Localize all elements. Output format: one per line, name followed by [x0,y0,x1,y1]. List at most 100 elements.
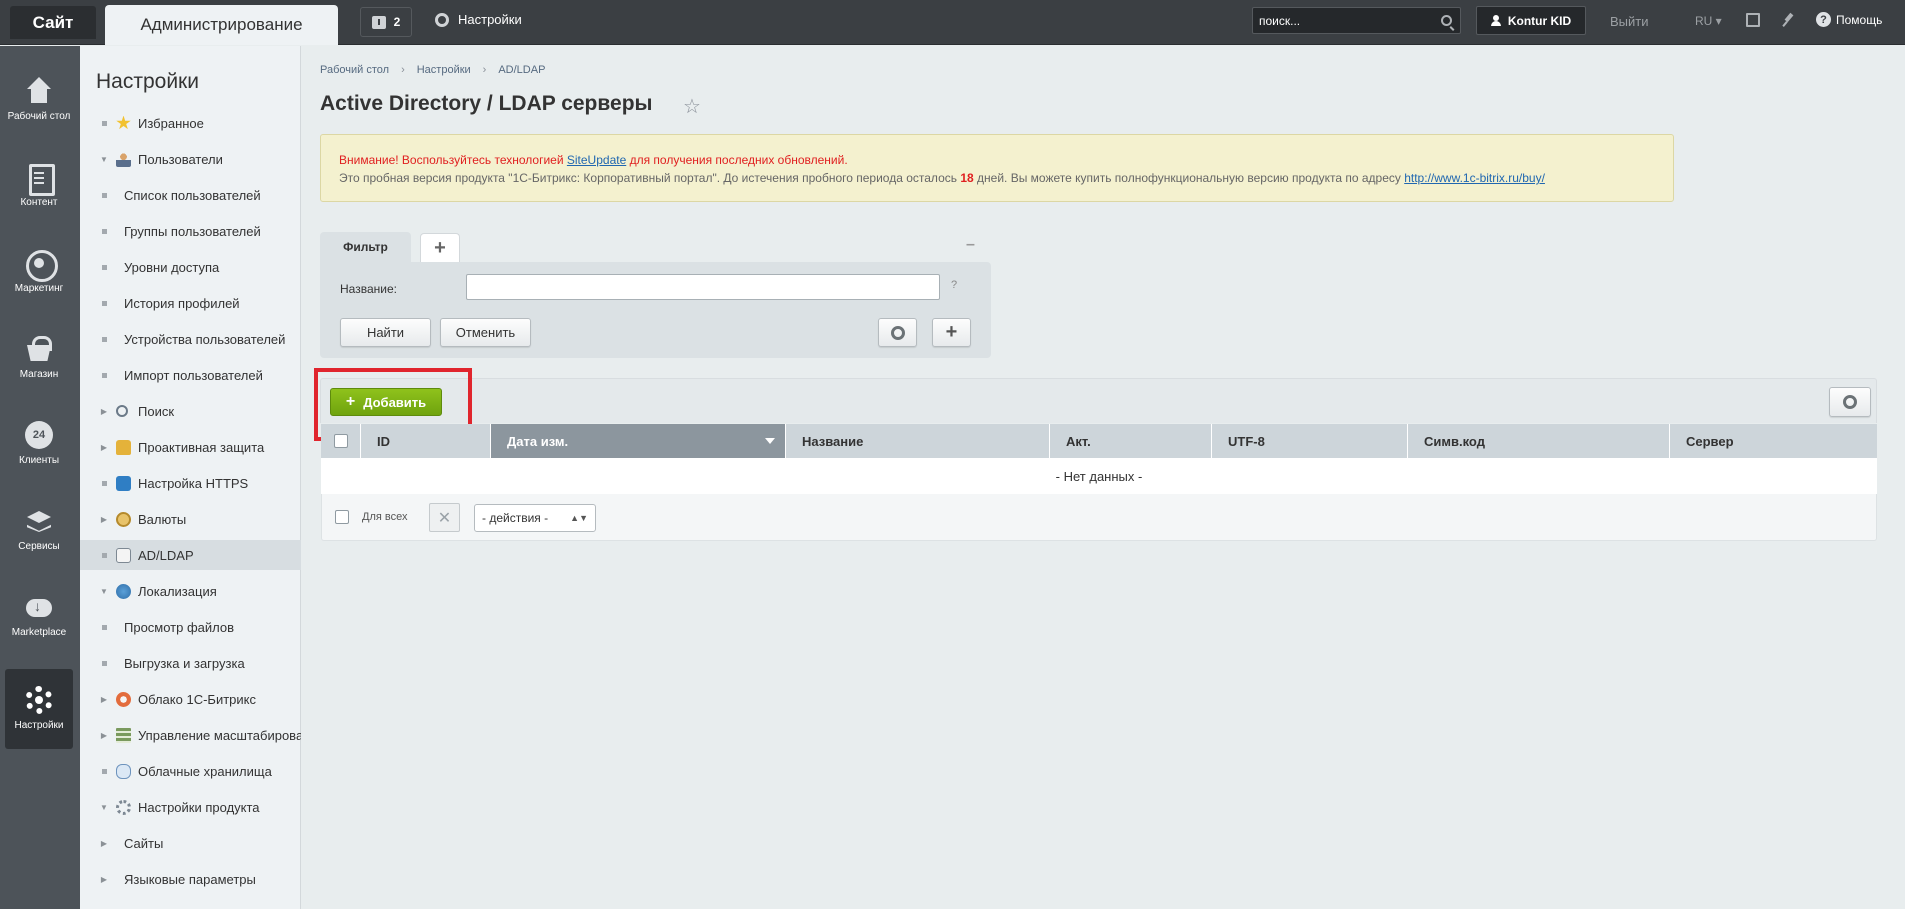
menu-desktop[interactable]: Рабочий стол [5,60,73,140]
menu-label: Контент [20,197,58,208]
search-input[interactable] [1253,8,1428,33]
menu-services[interactable]: Сервисы [5,490,73,570]
tree-item-profile-history[interactable]: История профилей [80,288,301,318]
expand-right-icon[interactable]: ▶ [98,693,110,705]
list-settings-button[interactable] [1829,387,1871,417]
tree-item-cloud-storage[interactable]: Облачные хранилища [80,756,301,786]
tree-item-export-import[interactable]: Выгрузка и загрузка [80,648,301,678]
layers-icon [25,507,53,535]
expand-right-icon[interactable]: ▶ [98,837,110,849]
tree-item-sites[interactable]: ▶ Сайты [80,828,301,858]
cloud-icon [116,691,131,707]
filter-settings-button[interactable] [878,318,917,347]
users-icon [116,151,131,167]
siteupdate-link[interactable]: SiteUpdate [567,153,626,167]
menu-clients[interactable]: 24 Клиенты [5,404,73,484]
logout-link[interactable]: Выйти [1610,14,1649,29]
page-title: Active Directory / LDAP серверы [320,92,653,115]
tree-item-users[interactable]: ▼ Пользователи [80,144,301,174]
name-filter-input[interactable] [466,274,940,300]
expand-down-icon[interactable]: ▼ [98,153,110,165]
search-icon[interactable] [1441,15,1452,26]
gear-icon [435,12,449,27]
tree-item-adldap[interactable]: AD/LDAP [80,540,301,570]
tree-item-localization[interactable]: ▼ Локализация [80,576,301,606]
tree-item-file-view[interactable]: Просмотр файлов [80,612,301,642]
pin-icon[interactable] [1782,13,1796,27]
expand-right-icon[interactable]: ▶ [98,405,110,417]
tree-item-favorites[interactable]: Избранное [80,108,301,138]
expand-down-icon[interactable]: ▼ [98,801,110,813]
tree-item-access-levels[interactable]: Уровни доступа [80,252,301,282]
expand-right-icon[interactable]: ▶ [98,873,110,885]
expand-right-icon[interactable]: ▶ [98,441,110,453]
delete-selected-button[interactable]: ✕ [429,503,460,532]
star-icon [116,115,131,130]
select-all-checkbox[interactable] [334,434,348,448]
tree-item-product-settings[interactable]: ▼ Настройки продукта [80,792,301,822]
cancel-button[interactable]: Отменить [440,318,531,347]
tree-item-https[interactable]: Настройка HTTPS [80,468,301,498]
top-settings-label: Настройки [458,12,522,27]
menu-marketing[interactable]: Маркетинг [5,232,73,312]
expand-right-icon[interactable]: ▶ [98,729,110,741]
language-selector[interactable]: RU ▾ [1695,14,1722,28]
help-hint-icon[interactable]: ? [951,279,957,291]
select-all-cell [321,424,361,458]
notification-icon [371,15,386,29]
top-settings-link[interactable]: Настройки [435,12,522,27]
directory-icon [116,547,131,563]
column-active[interactable]: Акт. [1050,424,1212,458]
help-link[interactable]: ? Помощь [1816,12,1882,27]
tree-item-currencies[interactable]: ▶ Валюты [80,504,301,534]
add-filter-tab-button[interactable]: + [420,233,460,262]
breadcrumb-item[interactable]: Настройки [417,64,471,76]
notifications-button[interactable]: 2 [360,7,412,37]
tree-item-search[interactable]: ▶ Поиск [80,396,301,426]
column-code[interactable]: Симв.код [1408,424,1670,458]
tree-item-scaling[interactable]: ▶ Управление масштабирова [80,720,301,750]
expand-down-icon[interactable]: ▼ [98,585,110,597]
close-icon: ✕ [437,509,452,527]
find-button[interactable]: Найти [340,318,431,347]
menu-marketplace[interactable]: Marketplace [5,576,73,656]
column-utf8[interactable]: UTF-8 [1212,424,1408,458]
for-all-checkbox[interactable] [335,510,349,524]
https-lock-icon [116,475,131,491]
expand-right-icon[interactable]: ▶ [98,513,110,525]
tree-item-proactive[interactable]: ▶ Проактивная защита [80,432,301,462]
user-button[interactable]: Kontur KID [1476,6,1586,35]
monitor-icon[interactable] [1746,13,1760,27]
collapse-filter-icon[interactable]: – [966,236,975,254]
cloud-storage-icon [116,763,131,779]
tree-item-bitrix-cloud[interactable]: ▶ Облако 1С-Битрикс [80,684,301,714]
user-name: Kontur KID [1507,13,1572,28]
breadcrumb-item[interactable]: Рабочий стол [320,64,389,76]
table-empty-row: - Нет данных - [321,458,1877,494]
favorite-star-icon[interactable]: ☆ [683,94,701,119]
tree-item-user-devices[interactable]: Устройства пользователей [80,324,301,354]
left-menu: Рабочий стол Контент Маркетинг Магазин 2… [0,46,80,909]
gear-icon [890,325,905,340]
add-filter-field-button[interactable]: + [932,318,971,347]
column-server[interactable]: Сервер [1670,424,1877,458]
filter-tab[interactable]: Фильтр [320,232,411,262]
menu-label: Маркетинг [14,283,64,294]
tree-item-language-params[interactable]: ▶ Языковые параметры [80,864,301,894]
column-id[interactable]: ID [361,424,491,458]
menu-content[interactable]: Контент [5,146,73,226]
breadcrumb-item[interactable]: AD/LDAP [498,64,545,76]
column-name[interactable]: Название [786,424,1050,458]
menu-label: Сервисы [18,541,60,552]
menu-settings[interactable]: Настройки [5,669,73,749]
tree-item-user-list[interactable]: Список пользователей [80,180,301,210]
menu-shop[interactable]: Магазин [5,318,73,398]
admin-tab[interactable]: Администрирование [105,5,338,45]
tree-item-user-import[interactable]: Импорт пользователей [80,360,301,390]
language-label: RU [1695,14,1713,28]
column-date-modified[interactable]: Дата изм. [491,424,786,458]
buy-link[interactable]: http://www.1c-bitrix.ru/buy/ [1404,171,1545,185]
tree-item-user-groups[interactable]: Группы пользователей [80,216,301,246]
actions-select[interactable]: - действия - ▲▼ [474,504,596,532]
site-tab[interactable]: Сайт [10,6,96,39]
